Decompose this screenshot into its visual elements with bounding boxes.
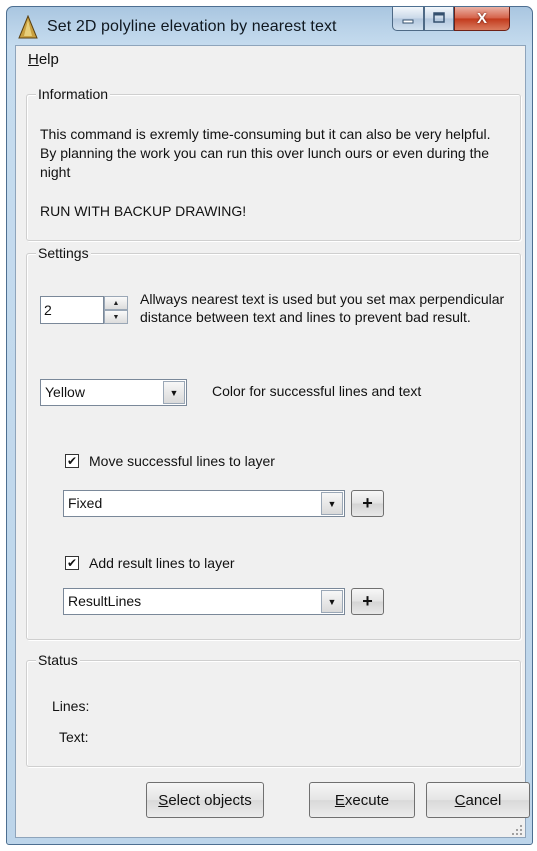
- settings-legend: Settings: [36, 245, 91, 261]
- move-layer-value: Fixed: [68, 495, 103, 511]
- close-icon: X: [476, 10, 487, 27]
- color-select-value: Yellow: [45, 384, 85, 400]
- result-layer-value: ResultLines: [68, 593, 142, 609]
- select-objects-mnemonic: S: [158, 791, 169, 809]
- chevron-down-icon: ▼: [327, 596, 337, 607]
- status-legend: Status: [36, 652, 80, 668]
- app-icon: [17, 14, 39, 39]
- check-mark-icon: ✔: [66, 454, 78, 468]
- result-layer-dropdown-button[interactable]: ▼: [321, 590, 343, 613]
- menu-help[interactable]: Help: [28, 51, 59, 68]
- chevron-down-icon: ▼: [327, 498, 337, 509]
- color-dropdown-button[interactable]: ▼: [163, 381, 185, 404]
- settings-group: Settings 2 ▲ ▼ Allways nearest text is u…: [26, 245, 521, 640]
- color-select[interactable]: Yellow ▼: [40, 379, 187, 406]
- distance-spin-up-button[interactable]: ▲: [104, 296, 128, 310]
- move-lines-label: Move successful lines to layer: [89, 453, 275, 469]
- title-bar[interactable]: Set 2D polyline elevation by nearest tex…: [7, 7, 532, 45]
- execute-button[interactable]: Execute: [309, 782, 415, 818]
- information-group: Information This command is exremly time…: [26, 86, 521, 241]
- menu-bar: Help: [16, 46, 525, 70]
- move-layer-select[interactable]: Fixed ▼: [63, 490, 345, 517]
- backup-warning: RUN WITH BACKUP DRAWING!: [40, 203, 247, 219]
- cancel-button[interactable]: Cancel: [426, 782, 530, 818]
- add-move-layer-button[interactable]: +: [351, 490, 384, 517]
- menu-help-mnemonic: H: [28, 51, 39, 68]
- minimize-button[interactable]: [392, 7, 424, 31]
- maximize-icon: [432, 11, 446, 27]
- plus-icon: +: [362, 591, 373, 611]
- add-result-checkbox-row[interactable]: ✔ Add result lines to layer: [65, 555, 235, 571]
- minimize-icon: [401, 11, 415, 27]
- move-lines-checkbox-row[interactable]: ✔ Move successful lines to layer: [65, 453, 275, 469]
- close-button[interactable]: X: [454, 7, 510, 31]
- move-layer-dropdown-button[interactable]: ▼: [321, 492, 343, 515]
- add-result-layer-button[interactable]: +: [351, 588, 384, 615]
- distance-description: Allways nearest text is used but you set…: [140, 291, 505, 325]
- select-objects-label: elect objects: [168, 791, 252, 809]
- maximize-button[interactable]: [424, 7, 454, 31]
- move-lines-checkbox[interactable]: ✔: [65, 454, 79, 468]
- color-description: Color for successful lines and text: [212, 383, 422, 399]
- dialog-window: Set 2D polyline elevation by nearest tex…: [6, 6, 533, 845]
- lines-status-label: Lines:: [52, 698, 90, 714]
- add-result-label: Add result lines to layer: [89, 555, 235, 571]
- spin-down-arrow-icon: ▼: [112, 313, 120, 321]
- plus-icon: +: [362, 493, 373, 513]
- window-title: Set 2D polyline elevation by nearest tex…: [47, 18, 337, 35]
- result-layer-select[interactable]: ResultLines ▼: [63, 588, 345, 615]
- check-mark-icon: ✔: [66, 556, 78, 570]
- spin-up-arrow-icon: ▲: [112, 299, 120, 307]
- menu-help-label: elp: [38, 51, 59, 68]
- resize-grip-icon[interactable]: [511, 823, 523, 835]
- distance-input[interactable]: 2: [40, 296, 104, 324]
- cancel-label: ancel: [465, 791, 502, 809]
- dialog-client-area: Help Information This command is exremly…: [15, 45, 530, 838]
- status-group: Status Lines: Text:: [26, 652, 521, 767]
- execute-mnemonic: E: [334, 791, 345, 809]
- information-legend: Information: [36, 86, 111, 102]
- text-status-label: Text:: [59, 729, 89, 745]
- information-text: This command is exremly time-consuming b…: [40, 126, 491, 180]
- select-objects-button[interactable]: Select objects: [146, 782, 264, 818]
- distance-spin-down-button[interactable]: ▼: [104, 310, 128, 324]
- chevron-down-icon: ▼: [169, 387, 179, 398]
- cancel-mnemonic: C: [454, 791, 466, 809]
- add-result-checkbox[interactable]: ✔: [65, 556, 79, 570]
- execute-label: xecute: [344, 791, 390, 809]
